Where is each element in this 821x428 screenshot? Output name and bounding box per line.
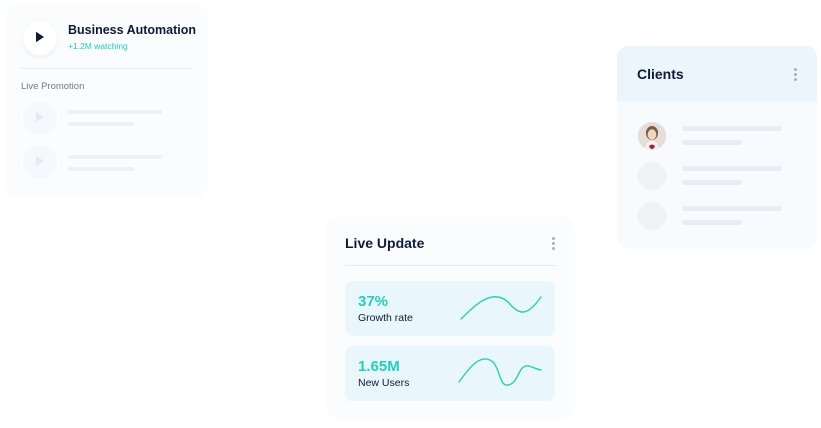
skeleton-line xyxy=(682,206,782,211)
skeleton-line xyxy=(682,140,742,145)
skeleton-line xyxy=(682,220,742,225)
play-button-placeholder[interactable] xyxy=(23,145,57,179)
divider xyxy=(345,265,556,266)
section-label: Live Promotion xyxy=(21,81,85,92)
live-update-card: Live Update 37% Growth rate 1.65M New Us… xyxy=(326,217,575,419)
video-card: Business Automation +1.2M watching Live … xyxy=(6,4,208,197)
avatar-placeholder xyxy=(638,202,666,230)
stat-value: 37% xyxy=(358,293,389,310)
skeleton-line xyxy=(68,110,162,114)
play-button[interactable] xyxy=(23,21,57,55)
skeleton-line xyxy=(682,166,782,171)
skeleton-line xyxy=(68,167,134,171)
live-update-title: Live Update xyxy=(345,235,425,251)
skeleton-line xyxy=(68,122,134,126)
more-vertical-icon[interactable] xyxy=(794,68,797,83)
viewer-count: +1.2M watching xyxy=(68,41,128,51)
clients-title: Clients xyxy=(637,66,684,82)
sparkline xyxy=(460,296,542,320)
play-icon xyxy=(36,111,44,123)
skeleton-line xyxy=(682,126,782,131)
stat-label: Growth rate xyxy=(358,312,413,324)
skeleton-line xyxy=(682,180,742,185)
more-vertical-icon[interactable] xyxy=(552,237,555,252)
clients-card: Clients xyxy=(617,46,817,249)
avatar-placeholder xyxy=(638,162,666,190)
skeleton-line xyxy=(68,155,162,159)
play-icon xyxy=(36,155,44,167)
video-title: Business Automation xyxy=(68,23,197,37)
play-icon xyxy=(36,31,44,43)
play-button-placeholder[interactable] xyxy=(23,101,57,135)
stat-label: New Users xyxy=(358,377,410,389)
stat-new-users: 1.65M New Users xyxy=(345,346,555,401)
divider xyxy=(20,68,192,69)
stat-value: 1.65M xyxy=(358,358,400,375)
client-avatar[interactable] xyxy=(638,122,666,150)
stat-growth-rate: 37% Growth rate xyxy=(345,281,555,336)
sparkline xyxy=(458,358,542,386)
